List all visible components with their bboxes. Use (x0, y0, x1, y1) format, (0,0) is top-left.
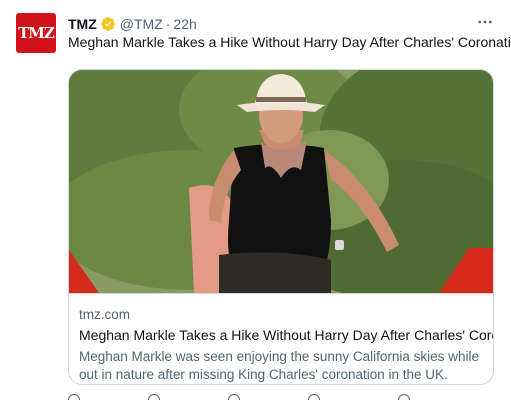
author-handle[interactable]: @TMZ (120, 16, 163, 32)
like-icon[interactable] (228, 394, 240, 400)
tweet-timestamp[interactable]: 22h (173, 16, 196, 32)
avatar[interactable]: TMZ (16, 13, 56, 53)
avatar-logo-text: TMZ (18, 24, 55, 42)
tweet-text: Meghan Markle Takes a Hike Without Harry… (68, 34, 511, 50)
separator-dot: · (165, 16, 171, 32)
link-card[interactable]: tmz.com Meghan Markle Takes a Hike Witho… (68, 69, 494, 385)
tweet-header: TMZ @TMZ · 22h (68, 14, 495, 34)
card-meta: tmz.com Meghan Markle Takes a Hike Witho… (69, 293, 493, 384)
tweet[interactable]: TMZ TMZ @TMZ · 22h Meghan Markle Takes a… (0, 0, 511, 400)
retweet-icon[interactable] (148, 394, 160, 400)
card-image[interactable] (69, 70, 494, 293)
card-domain: tmz.com (79, 307, 131, 322)
share-icon[interactable] (398, 394, 410, 400)
card-title[interactable]: Meghan Markle Takes a Hike Without Harry… (79, 326, 493, 345)
reply-icon[interactable] (68, 394, 80, 400)
card-description: Meghan Markle was seen enjoying the sunn… (79, 349, 479, 382)
action-bar (68, 394, 495, 400)
author-name[interactable]: TMZ (68, 16, 97, 32)
views-icon[interactable] (308, 394, 320, 400)
more-horizontal-icon[interactable] (475, 12, 495, 32)
verified-badge-icon[interactable] (100, 16, 116, 32)
